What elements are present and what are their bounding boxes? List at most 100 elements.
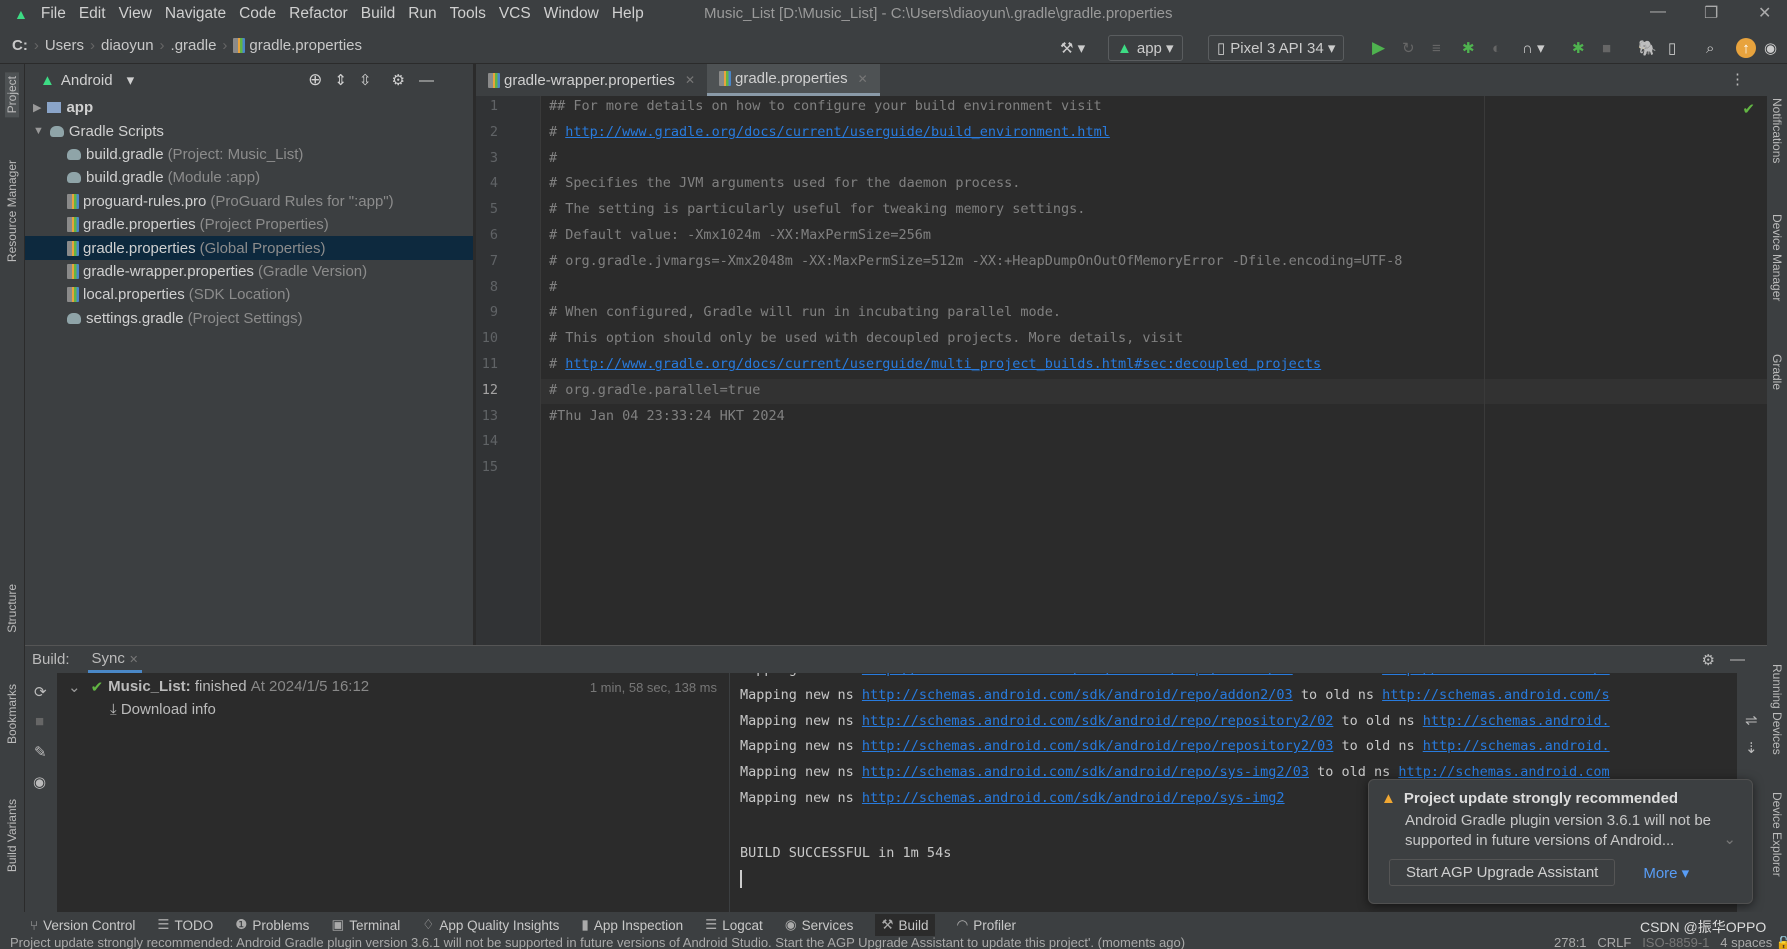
file-encoding[interactable]: ISO-8859-1 xyxy=(1642,936,1709,949)
console-link[interactable]: http://schemas.android.com/sdk/android/r… xyxy=(862,673,1293,677)
close-icon[interactable]: ✕ xyxy=(858,72,868,86)
menu-build[interactable]: Build xyxy=(361,5,395,23)
status-message[interactable]: Project update strongly recommended: And… xyxy=(10,936,1185,949)
console-link[interactable]: http://schemas.android. xyxy=(1423,713,1610,729)
chevron-icon[interactable]: ▼ xyxy=(33,125,44,137)
menu-window[interactable]: Window xyxy=(544,5,599,23)
tool-resource-manager[interactable]: Resource Manager xyxy=(5,160,19,262)
run-icon[interactable]: ▶ xyxy=(1372,36,1385,60)
attach-icon[interactable]: ∩ ▾ xyxy=(1522,36,1544,60)
breadcrumb-item[interactable]: C: xyxy=(12,37,28,54)
breadcrumb-item[interactable]: diaoyun xyxy=(101,37,154,54)
tool-project[interactable]: Project xyxy=(5,72,19,118)
tree-item[interactable]: gradle.properties (Project Properties) xyxy=(25,213,473,236)
tree-item[interactable]: ▶ app xyxy=(25,96,473,119)
apply-code-icon[interactable]: ≡ xyxy=(1432,36,1441,60)
tool-bookmarks[interactable]: Bookmarks xyxy=(5,684,19,744)
stop-icon[interactable]: ■ xyxy=(1602,36,1611,60)
console-link[interactable]: http://schemas.android. xyxy=(1423,738,1610,754)
menu-help[interactable]: Help xyxy=(612,5,644,23)
tool-device-manager[interactable]: Device Manager xyxy=(1770,214,1784,301)
lock-icon[interactable]: 🔓 xyxy=(1776,936,1787,949)
tree-item[interactable]: build.gradle (Module :app) xyxy=(25,166,473,189)
menu-edit[interactable]: Edit xyxy=(79,5,106,23)
tab-gradle-wrapper-properties[interactable]: gradle-wrapper.properties ✕ xyxy=(476,64,707,96)
breadcrumb-item[interactable]: Users xyxy=(45,37,84,54)
console-link[interactable]: http://schemas.android.com xyxy=(1398,764,1609,780)
device-select[interactable]: ▯ Pixel 3 API 34 ▾ xyxy=(1208,35,1345,61)
minimize-button[interactable]: — xyxy=(1650,3,1666,21)
toolwindow-services[interactable]: ◉ Services xyxy=(785,917,854,933)
device-manager-icon[interactable]: ▯ xyxy=(1668,36,1676,60)
toolwindow-version-control[interactable]: ⑂ Version Control xyxy=(30,918,135,933)
menu-vcs[interactable]: VCS xyxy=(499,5,531,23)
start-agp-upgrade-button[interactable]: Start AGP Upgrade Assistant xyxy=(1389,859,1616,886)
breadcrumb-item[interactable]: .gradle xyxy=(171,37,217,54)
console-link[interactable]: http://schemas.android.com/sdk/android/r… xyxy=(862,738,1333,754)
account-icon[interactable]: ◉ xyxy=(1764,36,1777,60)
scroll-to-end-icon[interactable]: ⇣ xyxy=(1745,739,1758,757)
console-link[interactable]: http://schemas.android.com/sdk/android/r… xyxy=(862,790,1285,806)
tree-item[interactable]: gradle-wrapper.properties (Gradle Version… xyxy=(25,260,473,283)
toolwindow-todo[interactable]: ☰ TODO xyxy=(157,917,213,933)
tree-item[interactable]: settings.gradle (Project Settings) xyxy=(25,307,473,330)
tool-build-variants[interactable]: Build Variants xyxy=(5,799,19,872)
debug-icon[interactable]: ✱ xyxy=(1462,36,1475,60)
pin-icon[interactable]: ✎ xyxy=(34,743,47,761)
menu-run[interactable]: Run xyxy=(408,5,436,23)
breadcrumb-item[interactable]: gradle.properties xyxy=(249,37,362,54)
code-editor[interactable]: 1 2 3 4 5 6 7 8 9 10 11 12 13 14 15 ## For more detail… xyxy=(476,96,1767,645)
hide-icon[interactable]: — xyxy=(1730,651,1745,668)
apply-changes-icon[interactable]: ↻ xyxy=(1402,36,1415,60)
console-link[interactable]: http://schemas.android.com/sdk/android/r… xyxy=(862,764,1309,780)
tree-item[interactable]: local.properties (SDK Location) xyxy=(25,283,473,306)
refresh-icon[interactable]: ⟳ xyxy=(34,683,47,701)
run-config-select[interactable]: ▲ app ▾ xyxy=(1108,35,1183,61)
console-link[interactable]: http://schemas.android.com/sdk/android/r… xyxy=(862,713,1333,729)
close-icon[interactable]: ✕ xyxy=(685,73,695,87)
tool-device-explorer[interactable]: Device Explorer xyxy=(1770,792,1784,877)
code-link[interactable]: http://www.gradle.org/docs/current/userg… xyxy=(565,124,1110,140)
menu-file[interactable]: File xyxy=(41,5,66,23)
console-link[interactable]: http://schemas.android.com/s xyxy=(1382,687,1610,703)
tree-row-download-info[interactable]: ⤓ Download info xyxy=(110,701,216,718)
toolwindow-build[interactable]: ⚒ Build xyxy=(875,914,935,936)
expand-chevron-icon[interactable]: ⌄ xyxy=(1723,830,1736,848)
tree-item[interactable]: proguard-rules.pro (ProGuard Rules for ":… xyxy=(25,190,473,213)
code-link[interactable]: http://www.gradle.org/docs/current/userg… xyxy=(565,356,1321,372)
console-link[interactable]: http://schemas.android.com/s xyxy=(1382,673,1610,677)
toolwindow-app-inspection[interactable]: ▮ App Inspection xyxy=(581,917,683,933)
caret-position[interactable]: 278:1 xyxy=(1554,936,1587,949)
gear-icon[interactable]: ⚙ xyxy=(392,71,405,89)
gear-icon[interactable]: ⚙ xyxy=(1702,651,1715,669)
line-separator[interactable]: CRLF xyxy=(1597,936,1631,949)
toolwindow-app-quality-insights[interactable]: ♢ App Quality Insights xyxy=(422,917,559,933)
console-link[interactable]: http://schemas.android.com/sdk/android/r… xyxy=(862,687,1293,703)
toolwindow-logcat[interactable]: ☰ Logcat xyxy=(705,917,763,933)
tree-item[interactable]: gradle.properties (Global Properties) xyxy=(25,236,473,260)
hide-icon[interactable]: — xyxy=(419,72,434,89)
toolwindow-problems[interactable]: ❶ Problems xyxy=(235,917,309,933)
tool-running-devices[interactable]: Running Devices xyxy=(1770,664,1784,755)
indent-setting[interactable]: 4 spaces xyxy=(1720,936,1772,949)
eye-icon[interactable]: ◉ xyxy=(33,773,46,791)
toolwindow-terminal[interactable]: ▣ Terminal xyxy=(331,917,400,933)
stop-icon[interactable]: ■ xyxy=(35,713,44,730)
tree-item[interactable]: ▼ Gradle Scripts xyxy=(25,119,473,142)
menu-navigate[interactable]: Navigate xyxy=(165,5,226,23)
menu-refactor[interactable]: Refactor xyxy=(289,5,348,23)
menu-view[interactable]: View xyxy=(119,5,152,23)
maximize-button[interactable]: ❐ xyxy=(1704,3,1718,23)
build-hammer-icon[interactable]: ⚒ ▾ xyxy=(1060,36,1085,60)
tree-item[interactable]: build.gradle (Project: Music_List) xyxy=(25,143,473,166)
tool-notifications[interactable]: Notifications xyxy=(1770,98,1784,163)
search-icon[interactable]: ⌕ xyxy=(1706,36,1714,60)
project-view-select[interactable]: Android xyxy=(61,72,113,89)
more-tabs-icon[interactable]: ⋮ xyxy=(1730,70,1745,88)
chevron-icon[interactable]: ▶ xyxy=(33,101,41,114)
tool-gradle[interactable]: Gradle xyxy=(1770,354,1784,390)
collapse-all-icon[interactable]: ⇳ xyxy=(359,71,372,89)
sync-gradle-icon[interactable]: 🐘 xyxy=(1638,36,1657,60)
tree-row-root[interactable]: ⌄ ✔ Music_List: finished At 2024/1/5 16:… xyxy=(68,678,369,696)
menu-code[interactable]: Code xyxy=(239,5,276,23)
